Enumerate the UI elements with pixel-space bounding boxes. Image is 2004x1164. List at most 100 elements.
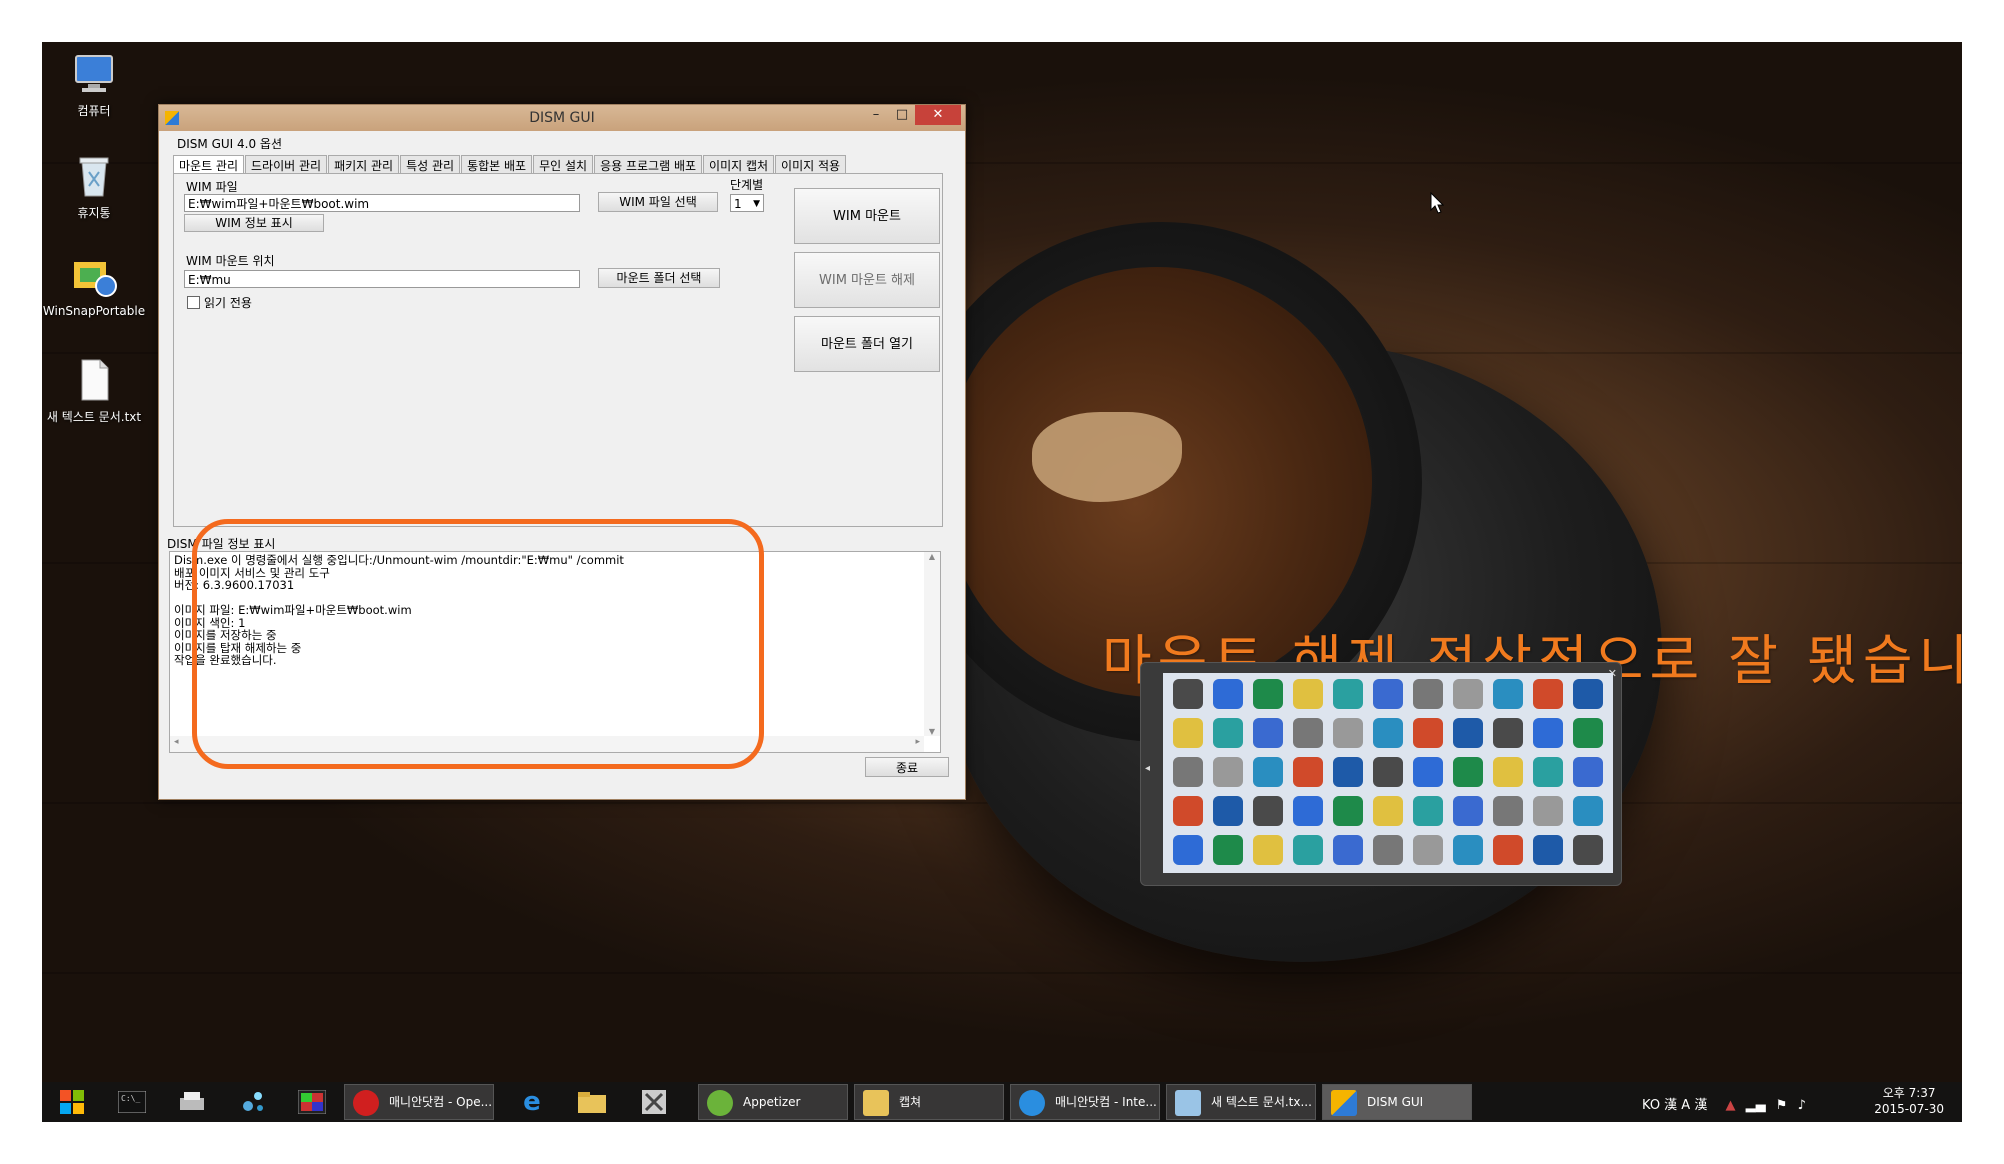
launcher-icon[interactable] <box>1453 835 1483 865</box>
taskbar-button-ie[interactable]: 매니안닷컴 - Inte... <box>1010 1084 1160 1120</box>
launcher-icon[interactable] <box>1173 718 1203 748</box>
wim-info-button[interactable]: WIM 정보 표시 <box>184 214 324 232</box>
launcher-icon[interactable] <box>1373 835 1403 865</box>
launcher-icon[interactable] <box>1333 796 1363 826</box>
menu-options[interactable]: DISM GUI 4.0 옵션 <box>177 135 282 152</box>
select-wim-file-button[interactable]: WIM 파일 선택 <box>598 192 718 212</box>
launcher-icon[interactable] <box>1253 796 1283 826</box>
minimize-button[interactable]: – <box>863 105 889 125</box>
launcher-icon[interactable] <box>1573 796 1603 826</box>
launcher-icon[interactable] <box>1173 796 1203 826</box>
launcher-icon[interactable] <box>1533 718 1563 748</box>
launcher-icon[interactable] <box>1293 718 1323 748</box>
launcher-icon[interactable] <box>1333 718 1363 748</box>
taskbar-button-notepad[interactable]: 새 텍스트 문서.tx... <box>1166 1084 1316 1120</box>
tab-driver-management[interactable]: 드라이버 관리 <box>245 155 328 175</box>
launcher-icon[interactable] <box>1253 679 1283 709</box>
tab-image-capture[interactable]: 이미지 캡처 <box>703 155 775 175</box>
volume-icon[interactable]: ♪ <box>1798 1098 1806 1113</box>
launcher-icon[interactable] <box>1493 796 1523 826</box>
launcher-icon[interactable] <box>1453 679 1483 709</box>
launcher-icon[interactable] <box>1253 835 1283 865</box>
launcher-icon[interactable] <box>1533 796 1563 826</box>
launcher-icon[interactable] <box>1333 757 1363 787</box>
launcher-icon[interactable] <box>1493 718 1523 748</box>
file-explorer-icon[interactable] <box>572 1085 612 1119</box>
launcher-icon[interactable] <box>1173 835 1203 865</box>
launcher-icon[interactable] <box>1573 835 1603 865</box>
tab-app-deploy[interactable]: 응용 프로그램 배포 <box>594 155 703 175</box>
tab-mount-management[interactable]: 마운트 관리 <box>173 155 245 175</box>
launcher-icon[interactable] <box>1293 835 1323 865</box>
launcher-icon[interactable] <box>1373 679 1403 709</box>
printer-icon[interactable] <box>172 1085 212 1119</box>
scroll-right-icon[interactable]: ▸ <box>915 737 920 747</box>
launcher-icon[interactable] <box>1373 718 1403 748</box>
tab-image-apply[interactable]: 이미지 적용 <box>775 155 847 175</box>
launcher-icon[interactable] <box>1333 679 1363 709</box>
wim-unmount-button[interactable]: WIM 마운트 해제 <box>794 252 940 308</box>
launcher-icon[interactable] <box>1173 757 1203 787</box>
sparkle-icon[interactable] <box>232 1085 272 1119</box>
launcher-icon[interactable] <box>1213 796 1243 826</box>
mount-location-input[interactable]: E:₩mu <box>184 270 580 288</box>
launcher-icon[interactable] <box>1253 757 1283 787</box>
launcher-icon[interactable] <box>1533 757 1563 787</box>
tab-package-management[interactable]: 패키지 관리 <box>328 155 400 175</box>
launcher-icon[interactable] <box>1293 679 1323 709</box>
system-tray[interactable]: KO 漢 A 漢 ▲ ▂▄ ⚑ ♪ <box>1642 1094 1806 1113</box>
tool-icon[interactable] <box>634 1085 674 1119</box>
taskbar-button-opera[interactable]: 매니안닷컴 - Ope... <box>344 1084 494 1120</box>
tab-unattended-install[interactable]: 무인 설치 <box>533 155 594 175</box>
launcher-icon[interactable] <box>1413 679 1443 709</box>
launcher-icon[interactable] <box>1533 835 1563 865</box>
launcher-icon[interactable] <box>1573 718 1603 748</box>
launcher-icon[interactable] <box>1573 679 1603 709</box>
ime-indicator[interactable]: KO 漢 A 漢 <box>1642 1098 1707 1113</box>
tray-icon-1[interactable]: ▲ <box>1725 1098 1735 1113</box>
wim-mount-button[interactable]: WIM 마운트 <box>794 188 940 244</box>
flag-icon[interactable]: ⚑ <box>1776 1098 1788 1113</box>
vertical-scrollbar[interactable]: ▲ ▼ <box>924 552 940 736</box>
dock-collapse-arrow-icon[interactable]: ◂ <box>1145 763 1150 774</box>
launcher-icon[interactable] <box>1213 835 1243 865</box>
scroll-left-icon[interactable]: ◂ <box>174 737 179 747</box>
exit-button[interactable]: 종료 <box>865 757 949 777</box>
ie-pinned-icon[interactable]: e <box>512 1085 552 1119</box>
open-mount-folder-button[interactable]: 마운트 폴더 열기 <box>794 316 940 372</box>
launcher-icon[interactable] <box>1213 757 1243 787</box>
tab-integrated-deploy[interactable]: 통합본 배포 <box>461 155 533 175</box>
launcher-icon[interactable] <box>1413 796 1443 826</box>
launcher-icon[interactable] <box>1293 796 1323 826</box>
launcher-icon[interactable] <box>1413 835 1443 865</box>
desktop-icon-recycle-bin[interactable]: 휴지통 <box>42 152 149 221</box>
taskbar-button-appetizer[interactable]: Appetizer <box>698 1084 848 1120</box>
taskbar-button-capture-folder[interactable]: 캡쳐 <box>854 1084 1004 1120</box>
launcher-icon[interactable] <box>1453 718 1483 748</box>
step-select[interactable]: 1 ▼ <box>730 194 764 212</box>
launcher-icon[interactable] <box>1493 679 1523 709</box>
launcher-icon[interactable] <box>1213 718 1243 748</box>
clock[interactable]: 오후 7:37 2015-07-30 <box>1874 1085 1944 1117</box>
launcher-icon[interactable] <box>1453 757 1483 787</box>
launcher-icon[interactable] <box>1213 679 1243 709</box>
tab-feature-management[interactable]: 특성 관리 <box>400 155 461 175</box>
launcher-icon[interactable] <box>1533 679 1563 709</box>
launcher-icon[interactable] <box>1413 718 1443 748</box>
scroll-up-icon[interactable]: ▲ <box>924 552 940 561</box>
cmd-icon[interactable]: C:\_ <box>112 1085 152 1119</box>
launcher-icon[interactable] <box>1173 679 1203 709</box>
launcher-icon[interactable] <box>1373 796 1403 826</box>
launcher-icon[interactable] <box>1253 718 1283 748</box>
launcher-icon[interactable] <box>1573 757 1603 787</box>
launcher-icon[interactable] <box>1493 835 1523 865</box>
readonly-checkbox[interactable] <box>187 296 200 309</box>
taskbar-button-dism-gui[interactable]: DISM GUI <box>1322 1084 1472 1120</box>
desktop-icon-text-file[interactable]: 새 텍스트 문서.txt <box>42 356 149 425</box>
select-mount-folder-button[interactable]: 마운트 폴더 선택 <box>598 268 720 288</box>
color-picker-icon[interactable] <box>292 1085 332 1119</box>
launcher-icon[interactable] <box>1493 757 1523 787</box>
network-icon[interactable]: ▂▄ <box>1746 1098 1766 1113</box>
launcher-icon[interactable] <box>1453 796 1483 826</box>
title-bar[interactable]: DISM GUI – □ ✕ <box>159 105 965 131</box>
